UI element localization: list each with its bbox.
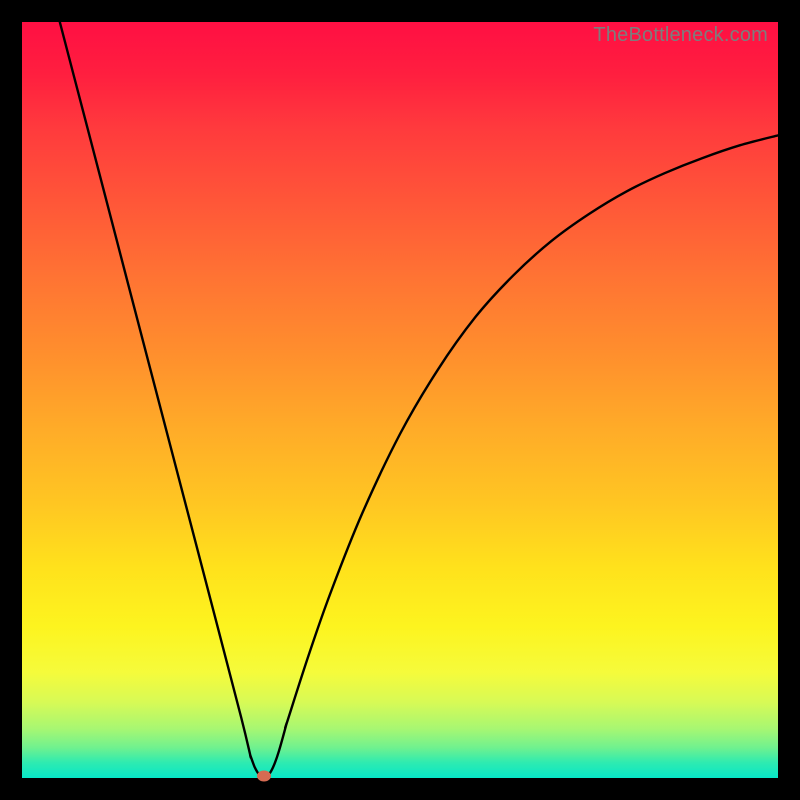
chart-frame: TheBottleneck.com <box>0 0 800 800</box>
bottleneck-curve <box>22 22 778 778</box>
curve-path <box>60 22 778 778</box>
plot-area: TheBottleneck.com <box>22 22 778 778</box>
watermark-text: TheBottleneck.com <box>593 24 768 47</box>
minimum-marker <box>257 771 271 782</box>
